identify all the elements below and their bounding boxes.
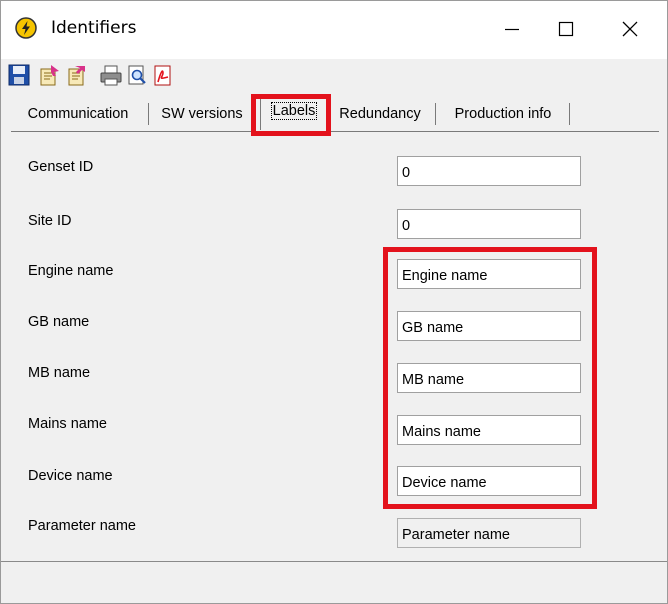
- tab-label: SW versions: [161, 106, 243, 122]
- field-label-gb-name: GB name: [28, 314, 90, 330]
- field-label-engine-name: Engine name: [28, 263, 114, 279]
- tab-label: Labels: [270, 102, 318, 120]
- tab-divider: [148, 103, 149, 125]
- site-id-input[interactable]: [397, 209, 581, 239]
- tab-production-info[interactable]: Production info: [441, 99, 565, 129]
- print-icon[interactable]: [99, 63, 123, 87]
- tab-label: Redundancy: [339, 106, 421, 122]
- title-bar: Identifiers: [1, 1, 667, 59]
- close-icon: [621, 20, 639, 38]
- genset-id-input[interactable]: [397, 156, 581, 186]
- close-button[interactable]: [607, 9, 653, 49]
- print-preview-icon[interactable]: [125, 63, 149, 87]
- maximize-icon: [557, 20, 575, 38]
- import-icon[interactable]: [37, 63, 61, 87]
- field-label-mains-name: Mains name: [28, 416, 107, 432]
- tab-strip: Communication SW versions Labels Redunda…: [13, 95, 573, 130]
- tab-communication[interactable]: Communication: [13, 99, 143, 129]
- engine-name-input[interactable]: [397, 259, 581, 289]
- parameter-name-input: [397, 518, 581, 548]
- minimize-icon: [503, 20, 521, 38]
- tab-redundancy[interactable]: Redundancy: [331, 99, 429, 129]
- mains-name-input[interactable]: [397, 415, 581, 445]
- tab-labels[interactable]: Labels: [260, 95, 328, 130]
- tab-divider: [569, 103, 570, 125]
- tab-label: Communication: [27, 106, 129, 122]
- toolbar: [1, 59, 667, 93]
- tab-divider: [435, 103, 436, 125]
- labels-panel: Genset ID Site ID Engine name GB name MB…: [11, 131, 659, 562]
- device-name-input[interactable]: [397, 466, 581, 496]
- save-icon[interactable]: [7, 63, 31, 87]
- tab-label: Production info: [454, 106, 552, 122]
- gb-name-input[interactable]: [397, 311, 581, 341]
- minimize-button[interactable]: [489, 9, 535, 49]
- maximize-button[interactable]: [543, 9, 589, 49]
- field-label-parameter-name: Parameter name: [28, 518, 136, 534]
- mb-name-input[interactable]: [397, 363, 581, 393]
- field-label-genset-id: Genset ID: [28, 159, 94, 175]
- export-icon[interactable]: [65, 63, 89, 87]
- pdf-export-icon[interactable]: [151, 63, 175, 87]
- field-label-device-name: Device name: [28, 468, 113, 484]
- field-label-mb-name: MB name: [28, 365, 91, 381]
- app-lightning-icon: [15, 17, 37, 39]
- window-title: Identifiers: [51, 18, 137, 38]
- field-label-site-id: Site ID: [28, 213, 72, 229]
- tab-sw-versions[interactable]: SW versions: [152, 99, 252, 129]
- status-bar: [1, 562, 667, 603]
- identifiers-window: Identifiers Communication SW versions La…: [0, 0, 668, 604]
